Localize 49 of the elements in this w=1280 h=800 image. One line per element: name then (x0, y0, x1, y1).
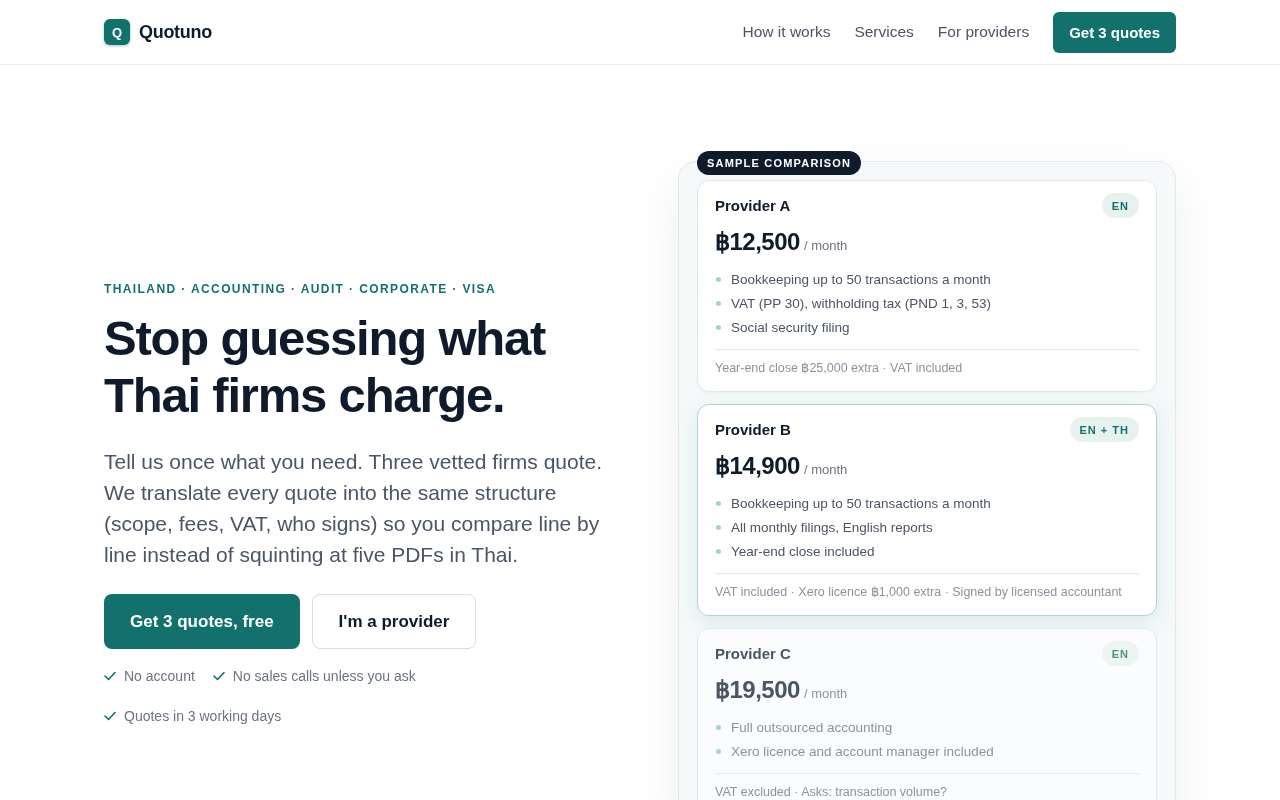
get-quotes-button[interactable]: Get 3 quotes (1053, 11, 1176, 53)
eyebrow-text: THAILAND · ACCOUNTING · AUDIT · CORPORATE · VISA (104, 282, 498, 296)
provider-name: Provider B (715, 421, 791, 438)
price-period: / month (803, 462, 848, 477)
quote-note: Year-end close ฿25,000 extra · VAT included (715, 349, 1139, 377)
bullet-icon (716, 748, 721, 754)
bullet-icon (716, 524, 721, 530)
provider-name: Provider A (715, 197, 791, 214)
bullet-icon (716, 300, 721, 306)
check-icon (104, 711, 116, 721)
feature-text: Bookkeeping up to 50 transactions a month (731, 271, 991, 287)
feature-text: Xero licence and account manager included (731, 743, 994, 759)
feature-text: Full outsourced accounting (731, 719, 893, 735)
hero-heading: Stop guessing what Thai firms charge. (104, 310, 547, 424)
bullet-icon (716, 276, 721, 282)
nav-link[interactable]: Services (854, 23, 914, 41)
price-amount: ฿12,500 (715, 227, 800, 257)
check-icon (212, 671, 225, 681)
feature-text: Bookkeeping up to 50 transactions a month (731, 495, 991, 511)
bullet-icon (716, 500, 721, 506)
brand-name[interactable]: Quotuno (139, 21, 212, 43)
hero-description: Tell us once what you need. Three vetted firms quote. We translate every quote into the same structure (scope, fees, VAT, who signs) so you compare line by line instead of squinting at five PDFs in Thai. (104, 449, 604, 568)
bullet-icon (716, 548, 721, 554)
price-amount: ฿19,500 (715, 675, 800, 705)
nav-link[interactable]: How it works (742, 23, 831, 41)
sample-comparison-label: SAMPLE COMPARISON (697, 151, 862, 175)
check-icon (104, 671, 116, 681)
nav-link[interactable]: For providers (937, 23, 1030, 41)
logo-mark[interactable]: Q (104, 19, 130, 45)
price-amount: ฿14,900 (715, 451, 800, 481)
language-tag: EN (1101, 193, 1139, 218)
feature-text: Social security filing (731, 319, 850, 335)
provider-button[interactable]: I'm a provider (311, 594, 477, 649)
feature-text: Year-end close included (731, 543, 875, 559)
provider-name: Provider C (715, 645, 791, 662)
feature-text: VAT (PP 30), withholding tax (PND 1, 3, 53) (731, 295, 992, 311)
get-quotes-button[interactable]: Get 3 quotes, free (104, 594, 300, 649)
language-tag: EN + TH (1069, 417, 1139, 442)
quote-note: VAT included · Xero licence ฿1,000 extra · Signed by licensed accountant (715, 573, 1139, 601)
bullet-icon (716, 724, 721, 730)
price-period: / month (803, 238, 848, 253)
assurance-text: No sales calls unless you ask (232, 667, 416, 686)
bullet-icon (716, 324, 721, 330)
assurance-text: Quotes in 3 working days (124, 707, 282, 726)
price-period: / month (803, 686, 848, 701)
quote-note: VAT excluded · Asks: transaction volume? (715, 773, 1139, 800)
feature-text: All monthly filings, English reports (731, 519, 933, 535)
assurance-text: No account (124, 667, 195, 686)
language-tag: EN (1101, 641, 1139, 666)
